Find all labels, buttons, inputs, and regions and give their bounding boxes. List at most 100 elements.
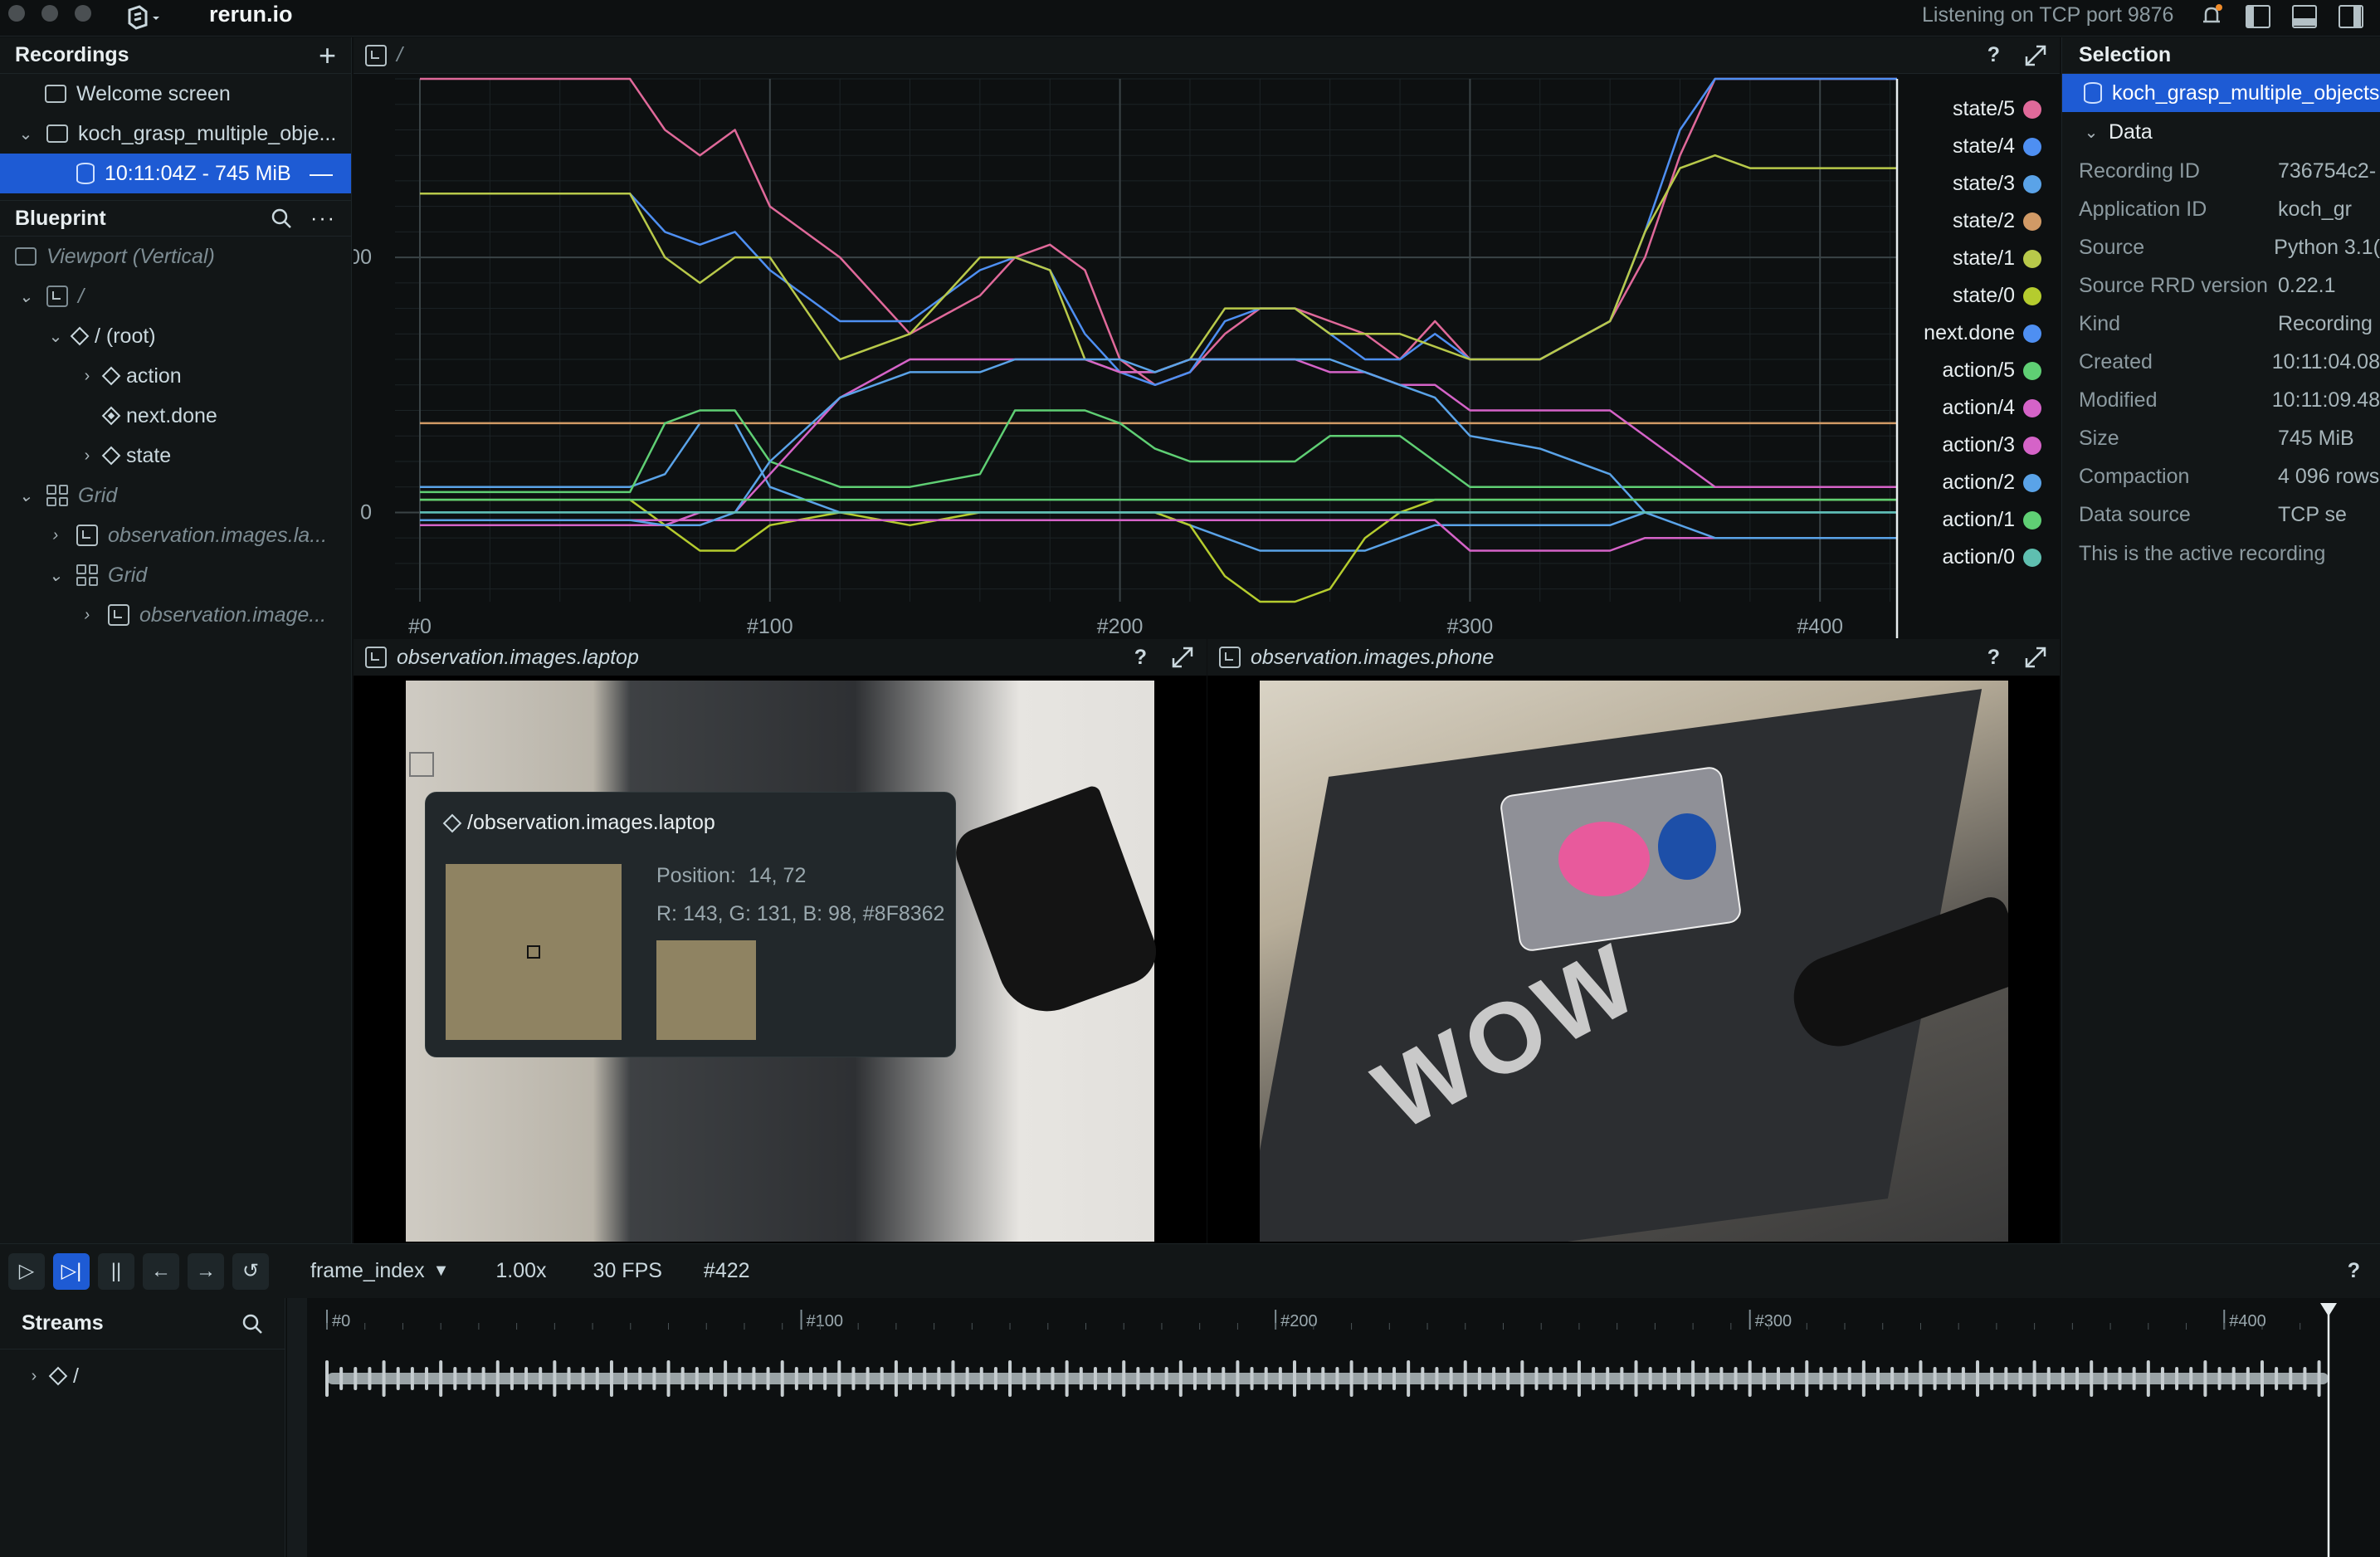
legend-item[interactable]: action/4 xyxy=(1842,389,2041,427)
stream-event-mark xyxy=(766,1367,770,1390)
play-icon[interactable]: ▷ xyxy=(8,1252,45,1290)
legend-color-dot xyxy=(2023,324,2041,343)
pause-icon[interactable]: || xyxy=(98,1252,134,1290)
data-section-title: Data xyxy=(2109,120,2153,144)
current-frame[interactable]: #422 xyxy=(704,1259,750,1283)
blueprint-image-phone[interactable]: › observation.image... xyxy=(0,595,351,635)
stream-event-mark xyxy=(325,1360,329,1397)
chevron-down-icon[interactable]: ⌄ xyxy=(17,286,35,307)
stream-event-mark xyxy=(1164,1367,1168,1390)
stream-event-mark xyxy=(1861,1360,1865,1397)
chevron-right-icon[interactable]: › xyxy=(78,606,96,625)
chevron-down-icon[interactable]: ⌄ xyxy=(46,326,65,347)
recording-item-koch[interactable]: ⌄ koch_grasp_multiple_obje... xyxy=(0,114,351,154)
stream-event-mark xyxy=(2160,1367,2164,1390)
property-value: TCP se xyxy=(2278,502,2347,526)
legend-item[interactable]: action/5 xyxy=(1842,352,2041,389)
chevron-down-icon[interactable]: ⌄ xyxy=(2082,122,2100,143)
toggle-left-panel-icon[interactable] xyxy=(2246,5,2270,28)
blueprint-viewport[interactable]: Viewport (Vertical) xyxy=(0,237,351,276)
phone-camera-image[interactable]: WOW xyxy=(1260,681,2008,1242)
stream-event-mark xyxy=(993,1367,997,1390)
blueprint-next-done[interactable]: next.done xyxy=(0,396,351,436)
recording-item-welcome[interactable]: Welcome screen xyxy=(0,74,351,114)
chevron-down-icon[interactable]: ⌄ xyxy=(17,486,35,506)
playback-speed[interactable]: 1.00x xyxy=(495,1259,546,1283)
blueprint-action[interactable]: › action xyxy=(0,356,351,396)
maximize-window-button[interactable] xyxy=(75,5,91,22)
blueprint-grid[interactable]: ⌄ Grid xyxy=(0,476,351,515)
search-icon[interactable] xyxy=(271,207,292,229)
rerun-menu-icon[interactable] xyxy=(124,3,163,32)
stream-event-mark xyxy=(439,1360,443,1397)
chevron-down-icon[interactable]: ⌄ xyxy=(17,124,35,144)
loop-icon[interactable]: ↺ xyxy=(232,1252,269,1290)
stream-event-mark xyxy=(2231,1367,2236,1390)
chevron-right-icon[interactable]: › xyxy=(46,526,65,545)
legend-item[interactable]: state/0 xyxy=(1842,277,2041,315)
help-icon[interactable]: ? xyxy=(2348,1259,2360,1283)
legend-item[interactable]: action/3 xyxy=(1842,427,2041,464)
timeline-cursor-handle[interactable] xyxy=(2320,1303,2337,1316)
timeline-ruler[interactable]: #0 #100 #200 #300 #400 xyxy=(307,1298,2380,1557)
image-view-icon xyxy=(76,525,98,546)
step-back-icon[interactable]: ← xyxy=(143,1252,179,1290)
step-forward-icon[interactable]: → xyxy=(188,1252,224,1290)
legend-item[interactable]: state/2 xyxy=(1842,203,2041,240)
follow-icon[interactable]: ▷| xyxy=(53,1252,90,1290)
blueprint-plot-view[interactable]: ⌄ / xyxy=(0,276,351,316)
chevron-right-icon[interactable]: › xyxy=(78,447,96,466)
legend-item[interactable]: action/1 xyxy=(1842,501,2041,539)
stream-root[interactable]: › / xyxy=(0,1350,285,1403)
help-icon[interactable]: ? xyxy=(1987,646,2000,670)
more-options-icon[interactable]: ··· xyxy=(310,207,336,231)
maximize-icon[interactable] xyxy=(2023,645,2048,670)
recordings-header: Recordings + xyxy=(0,37,351,74)
legend-item[interactable]: state/1 xyxy=(1842,240,2041,277)
close-recording-icon[interactable]: — xyxy=(310,160,333,187)
legend-item[interactable]: state/4 xyxy=(1842,128,2041,165)
blueprint-root[interactable]: ⌄ / (root) xyxy=(0,316,351,356)
chevron-down-icon[interactable]: ⌄ xyxy=(46,565,65,586)
entity-icon xyxy=(70,326,90,346)
playback-fps[interactable]: 30 FPS xyxy=(593,1259,662,1283)
help-icon[interactable]: ? xyxy=(1987,43,2000,67)
stream-event-mark xyxy=(909,1367,913,1390)
legend-item[interactable]: action/0 xyxy=(1842,539,2041,576)
stream-event-mark xyxy=(1548,1367,1553,1390)
search-icon[interactable] xyxy=(241,1313,263,1335)
stream-event-mark xyxy=(866,1367,870,1390)
blueprint-image-laptop[interactable]: › observation.images.la... xyxy=(0,515,351,555)
notifications-icon[interactable] xyxy=(2199,3,2224,28)
stream-event-mark xyxy=(1349,1360,1353,1397)
stream-event-mark xyxy=(979,1367,983,1390)
timeline-area[interactable]: #0 #100 #200 #300 #400 xyxy=(307,1298,2380,1557)
add-recording-icon[interactable]: + xyxy=(319,38,336,73)
stream-event-mark xyxy=(2317,1360,2321,1397)
legend-item[interactable]: next.done xyxy=(1842,315,2041,352)
blueprint-state[interactable]: › state xyxy=(0,436,351,476)
minimize-window-button[interactable] xyxy=(41,5,58,22)
selected-recording-item[interactable]: koch_grasp_multiple_objects xyxy=(2062,74,2380,112)
property-row: Recording ID 736754c2- xyxy=(2079,152,2380,190)
chevron-right-icon[interactable]: › xyxy=(25,1367,43,1386)
data-section-header[interactable]: ⌄ Data xyxy=(2062,112,2380,152)
timeline-selector[interactable]: frame_index ▼ xyxy=(310,1259,449,1283)
recording-item-selected[interactable]: 10:11:04Z - 745 MiB — xyxy=(0,154,351,193)
help-icon[interactable]: ? xyxy=(1134,646,1147,670)
stream-root-label: / xyxy=(73,1364,79,1388)
maximize-icon[interactable] xyxy=(1170,645,1195,670)
toggle-bottom-panel-icon[interactable] xyxy=(2292,5,2317,28)
toggle-right-panel-icon[interactable] xyxy=(2339,5,2363,28)
blueprint-grid-nested[interactable]: ⌄ Grid xyxy=(0,555,351,595)
tree-label: observation.image... xyxy=(139,603,327,627)
legend-item[interactable]: state/3 xyxy=(1842,165,2041,203)
chevron-right-icon[interactable]: › xyxy=(78,367,96,386)
maximize-icon[interactable] xyxy=(2023,43,2048,68)
streams-splitter[interactable] xyxy=(287,1298,307,1557)
legend-item[interactable]: state/5 xyxy=(1842,90,2041,128)
image-view-title: observation.images.phone xyxy=(1251,645,1495,669)
time-series-plot[interactable]: #0 #100 #200 #300 #400 100 0 xyxy=(354,74,2060,638)
close-window-button[interactable] xyxy=(8,5,25,22)
legend-item[interactable]: action/2 xyxy=(1842,464,2041,501)
